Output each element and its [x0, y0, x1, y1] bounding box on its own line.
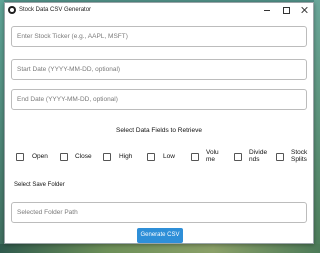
- app-icon: [8, 6, 16, 14]
- title-bar[interactable]: Stock Data CSV Generator: [5, 3, 313, 17]
- end-date-input[interactable]: [11, 89, 307, 110]
- app-window: Stock Data CSV Generator Select Data Fie…: [4, 2, 314, 244]
- folder-path-input[interactable]: [11, 202, 307, 223]
- desktop-background-bottom: [0, 244, 320, 253]
- window-title: Stock Data CSV Generator: [19, 7, 92, 13]
- fields-section-title: Select Data Fields to Retrieve: [116, 127, 202, 134]
- save-folder-label[interactable]: Select Save Folder: [14, 181, 65, 189]
- checkbox-close[interactable]: [60, 153, 68, 161]
- generate-csv-button[interactable]: Generate CSV: [137, 228, 183, 243]
- checkbox-label-dividends: Divide nds: [249, 149, 268, 163]
- checkbox-stock-splits[interactable]: [276, 153, 284, 161]
- checkbox-label-open: Open: [32, 153, 48, 160]
- checkbox-label-stock-splits: Stock Splits: [291, 149, 308, 163]
- desktop-background-right: [314, 0, 320, 253]
- close-icon[interactable]: [296, 3, 314, 17]
- checkbox-dividends[interactable]: [234, 153, 242, 161]
- ticker-input[interactable]: [11, 26, 307, 47]
- checkbox-open[interactable]: [16, 153, 24, 161]
- checkbox-label-low: Low: [163, 153, 175, 160]
- checkbox-low[interactable]: [147, 153, 155, 161]
- checkbox-label-high: High: [119, 153, 133, 160]
- start-date-input[interactable]: [11, 59, 307, 80]
- minimize-icon[interactable]: [258, 3, 276, 17]
- checkbox-high[interactable]: [103, 153, 111, 161]
- checkbox-volume[interactable]: [191, 153, 199, 161]
- checkbox-label-close: Close: [75, 153, 92, 160]
- maximize-icon[interactable]: [277, 3, 295, 17]
- checkbox-label-volume: Volu me: [206, 149, 219, 163]
